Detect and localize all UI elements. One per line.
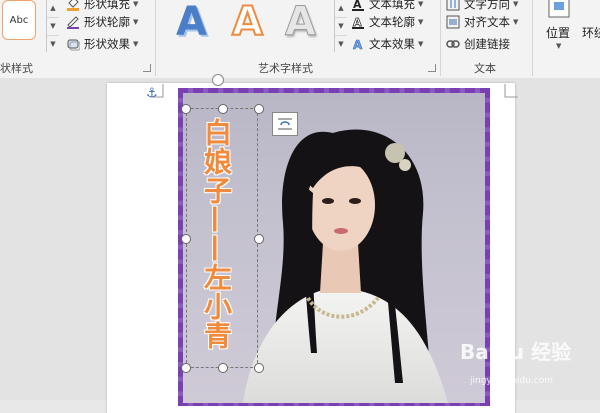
text-effects-icon: A — [351, 37, 365, 53]
wordart-sample-gray[interactable]: A — [285, 0, 317, 45]
position-button[interactable]: 位置 ▼ — [542, 0, 576, 60]
gallery-more-icon[interactable]: ▼ — [47, 36, 59, 53]
group-separator — [155, 0, 156, 76]
gallery-more-icon[interactable]: ▼ — [335, 36, 347, 53]
align-text-button[interactable]: 对齐文本 ▼ — [446, 12, 518, 32]
resize-handle[interactable] — [181, 104, 191, 114]
shape-styles-launcher-icon[interactable] — [143, 64, 151, 72]
group-separator — [440, 0, 441, 76]
fill-bucket-icon — [66, 0, 80, 11]
gallery-down-icon[interactable]: ▼ — [335, 18, 347, 36]
svg-text:A: A — [353, 38, 363, 51]
vertical-wordart-text[interactable]: 白娘子——左小青 — [196, 118, 236, 358]
resize-handle[interactable] — [254, 363, 264, 373]
ribbon: Abc ▲ ▼ ▼ 形状填充 ▼ 形状轮廓 ▼ 形状效果 ▼ 状样式 A A A… — [0, 0, 600, 79]
text-outline-button[interactable]: A 文本轮廓 ▼ — [351, 12, 423, 32]
layout-options-icon — [278, 118, 292, 130]
gallery-up-icon[interactable]: ▲ — [335, 0, 347, 18]
chevron-down-icon: ▼ — [513, 0, 519, 8]
align-text-icon — [446, 15, 460, 29]
wordart-styles-launcher-icon[interactable] — [428, 64, 436, 72]
wrap-text-button[interactable]: 环绕 — [582, 0, 600, 60]
shape-effects-button[interactable]: 形状效果 ▼ — [66, 34, 138, 54]
page-corner-marker — [504, 84, 518, 98]
resize-handle[interactable] — [218, 363, 228, 373]
chevron-down-icon: ▼ — [133, 40, 139, 48]
group-separator — [532, 0, 533, 76]
wordart-sample-orange-outline[interactable]: A — [231, 0, 264, 45]
wordart-styles-group-label: 艺术字样式 — [258, 62, 313, 75]
chevron-down-icon: ▼ — [133, 18, 139, 26]
text-outline-icon: A — [351, 15, 365, 29]
baidu-watermark: Baidu 经验 — [460, 340, 572, 364]
resize-handle[interactable] — [181, 234, 191, 244]
anchor-icon[interactable]: ⚓ — [146, 86, 158, 101]
wordart-gallery-scroll[interactable]: ▲ ▼ ▼ — [334, 0, 347, 52]
text-direction-icon — [446, 0, 460, 11]
chevron-down-icon: ▼ — [133, 0, 139, 8]
gallery-down-icon[interactable]: ▼ — [47, 18, 59, 36]
resize-handle[interactable] — [254, 234, 264, 244]
resize-handle[interactable] — [181, 363, 191, 373]
shape-style-gallery-scroll[interactable]: ▲ ▼ ▼ — [46, 0, 59, 52]
chevron-down-icon: ▼ — [513, 18, 519, 26]
text-effects-button[interactable]: A 文本效果 ▼ — [351, 34, 424, 54]
shape-effects-icon — [66, 37, 81, 51]
chevron-down-icon: ▼ — [418, 18, 424, 26]
create-link-button[interactable]: 创建链接 — [446, 34, 510, 54]
resize-handle[interactable] — [218, 104, 228, 114]
shape-style-swatch[interactable]: Abc — [2, 0, 36, 40]
text-group-label: 文本 — [474, 62, 496, 75]
position-icon — [548, 0, 570, 22]
text-fill-icon: A — [351, 0, 365, 11]
shape-styles-group-label: 状样式 — [0, 62, 33, 75]
layout-options-button[interactable] — [272, 112, 298, 136]
baidu-watermark-url: jingyan.baidu.com — [470, 376, 554, 386]
link-icon — [446, 37, 460, 51]
chevron-down-icon: ▼ — [418, 40, 424, 48]
rotate-handle-icon[interactable] — [212, 74, 224, 86]
shape-outline-button[interactable]: 形状轮廓 ▼ — [66, 12, 138, 32]
gallery-up-icon[interactable]: ▲ — [47, 0, 59, 18]
wordart-sample-blue[interactable]: A — [176, 0, 207, 44]
chevron-down-icon: ▼ — [418, 0, 424, 8]
pen-outline-icon — [66, 15, 80, 29]
resize-handle[interactable] — [254, 104, 264, 114]
chevron-down-icon: ▼ — [556, 42, 562, 50]
